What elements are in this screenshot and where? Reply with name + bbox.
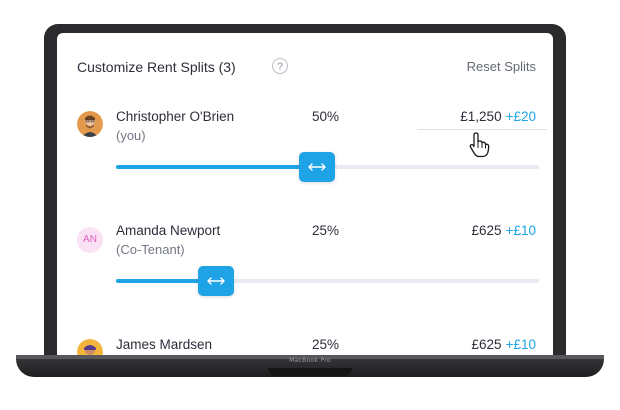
split-slider-fill bbox=[116, 165, 317, 169]
reset-splits-button[interactable]: Reset Splits bbox=[467, 59, 536, 74]
amount-value: £625 bbox=[471, 337, 502, 352]
avatar bbox=[77, 111, 103, 137]
tenant-name: Christopher O'Brien bbox=[116, 109, 235, 124]
laptop-notch bbox=[268, 368, 352, 376]
tenant-subtitle: (Co-Tenant) bbox=[116, 242, 185, 257]
person-photo-icon bbox=[77, 111, 103, 137]
split-percent: 50% bbox=[312, 109, 340, 124]
amount-display: £625 +£10 bbox=[472, 337, 536, 352]
tenant-name: James Mardsen bbox=[116, 337, 213, 352]
amount-delta: +£10 bbox=[505, 337, 536, 352]
left-right-arrows-icon bbox=[207, 277, 226, 285]
tenant-subtitle: (you) bbox=[116, 128, 146, 143]
left-right-arrows-icon bbox=[308, 163, 326, 171]
avatar: AN bbox=[77, 227, 103, 253]
amount-display: £1,250 +£20 bbox=[460, 109, 536, 124]
amount-underline bbox=[417, 129, 547, 130]
tenant-name: Amanda Newport bbox=[116, 223, 221, 238]
amount-delta: +£20 bbox=[505, 109, 536, 124]
split-slider-handle[interactable] bbox=[298, 152, 335, 182]
avatar bbox=[77, 339, 103, 356]
amount-value: £1,250 bbox=[460, 109, 502, 124]
amount-value: £625 bbox=[471, 223, 502, 238]
amount-display: £625 +£10 bbox=[472, 223, 536, 238]
split-percent: 25% bbox=[312, 337, 340, 352]
help-icon[interactable]: ? bbox=[272, 58, 288, 74]
person-photo-icon bbox=[77, 339, 103, 356]
hand-pointer-icon bbox=[469, 132, 490, 158]
panel-title: Customize Rent Splits (3) bbox=[77, 59, 236, 75]
amount-delta: +£10 bbox=[505, 223, 536, 238]
app-screen: Customize Rent Splits (3) ? Reset Splits… bbox=[57, 33, 553, 356]
split-percent: 25% bbox=[312, 223, 340, 238]
device-brand-label: MacBook Pro bbox=[289, 357, 331, 364]
split-slider-track[interactable] bbox=[116, 279, 539, 283]
split-slider-handle[interactable] bbox=[198, 266, 235, 296]
